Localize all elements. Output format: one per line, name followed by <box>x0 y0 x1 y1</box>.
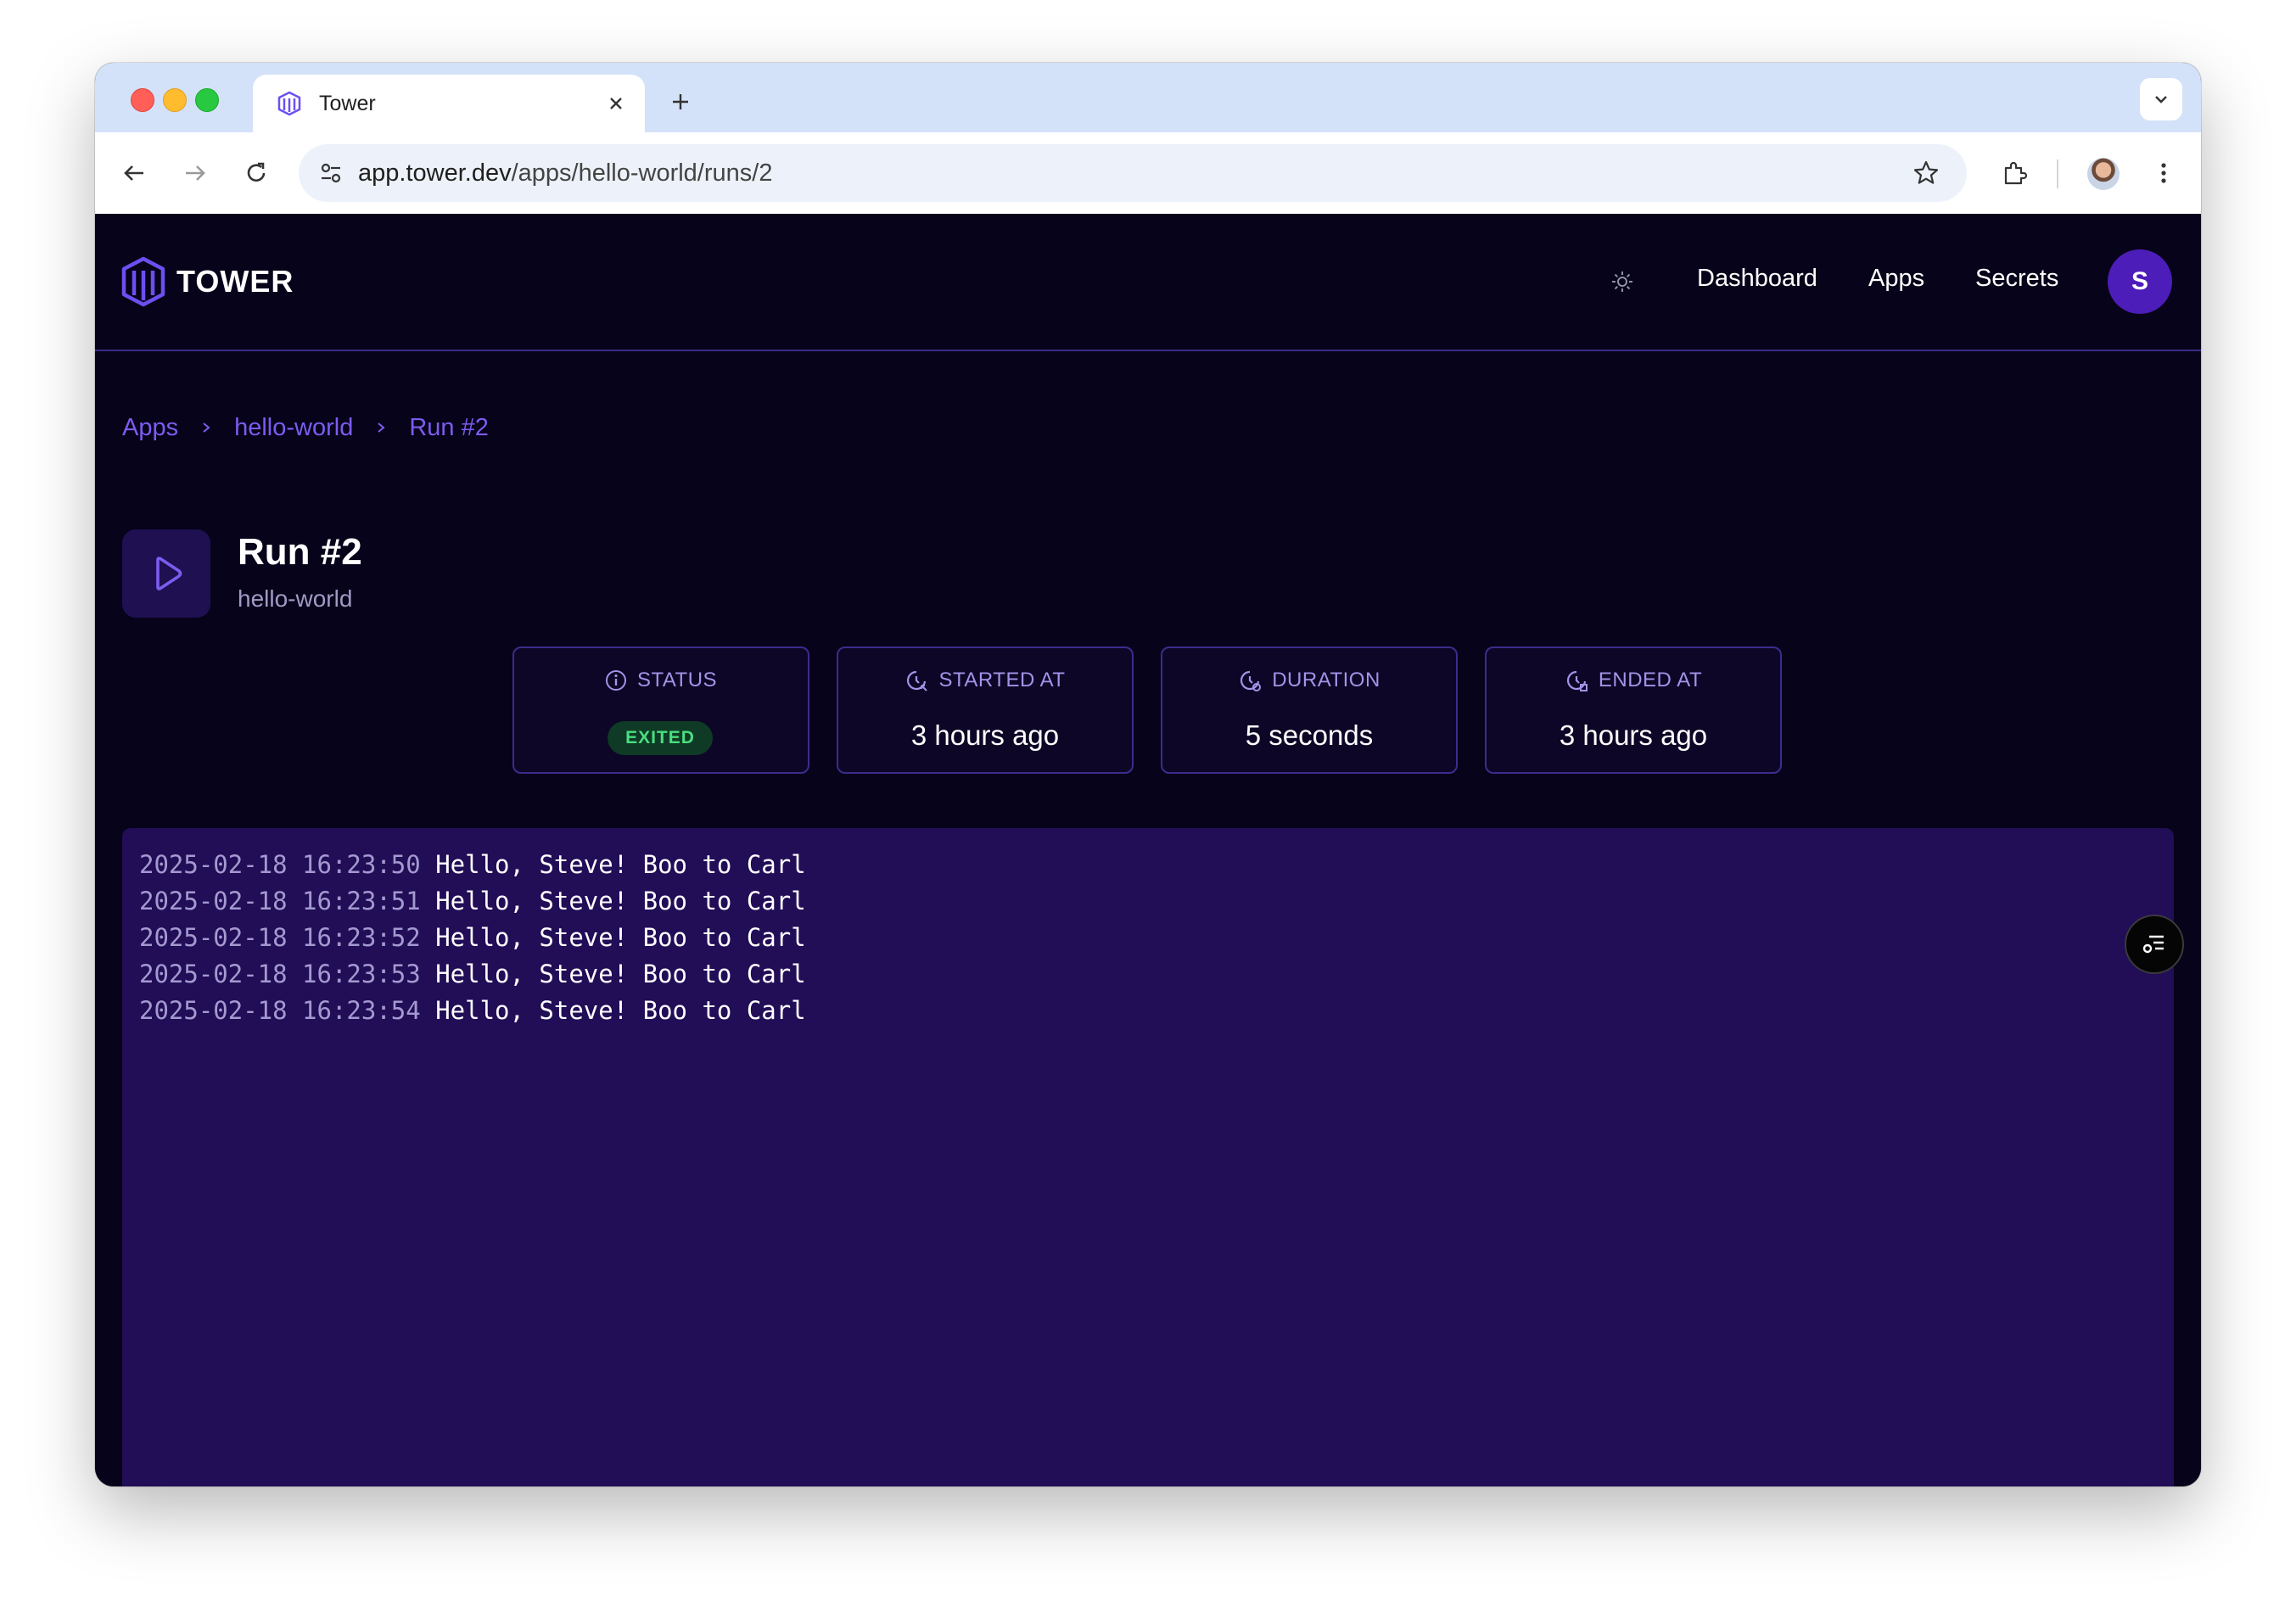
app-navbar: TOWER Dashboard Apps Secrets S <box>95 214 2201 351</box>
tab-search-button[interactable] <box>2140 78 2182 120</box>
address-bar[interactable]: app.tower.dev/apps/hello-world/runs/2 <box>299 144 1967 202</box>
started-at-value: 3 hours ago <box>910 719 1060 751</box>
user-avatar[interactable]: S <box>2108 249 2172 314</box>
browser-toolbar: app.tower.dev/apps/hello-world/runs/2 <box>95 132 2201 215</box>
breadcrumb-apps[interactable]: Apps <box>122 414 178 442</box>
log-message: Hello, Steve! Boo to Carl <box>435 960 806 988</box>
floating-settings-button[interactable] <box>2125 915 2184 974</box>
extensions-button[interactable] <box>1996 154 2033 192</box>
log-line: 2025-02-18 16:23:50 Hello, Steve! Boo to… <box>139 847 806 883</box>
log-lines: 2025-02-18 16:23:50 Hello, Steve! Boo to… <box>139 847 806 1029</box>
ended-at-label: ENDED AT <box>1598 669 1703 691</box>
log-timestamp: 2025-02-18 16:23:54 <box>139 996 421 1025</box>
status-label-row: STATUS <box>514 669 808 692</box>
log-message: Hello, Steve! Boo to Carl <box>435 923 806 952</box>
duration-value: 5 seconds <box>1245 719 1374 751</box>
clock-timer-icon <box>1240 670 1262 691</box>
ended-at-label-row: ENDED AT <box>1487 669 1780 692</box>
duration-label-row: DURATION <box>1162 669 1456 692</box>
toolbar-separator <box>2057 160 2058 188</box>
clock-icon <box>907 670 928 691</box>
bookmark-star-icon[interactable] <box>1907 154 1945 192</box>
browser-profile-avatar[interactable] <box>2087 158 2120 190</box>
kebab-menu-icon <box>2161 163 2166 183</box>
duration-label: DURATION <box>1272 669 1380 691</box>
list-settings-icon <box>2142 935 2164 954</box>
log-message: Hello, Steve! Boo to Carl <box>435 850 806 879</box>
tab-strip: Tower <box>95 63 2201 132</box>
started-at-label: STARTED AT <box>938 669 1066 691</box>
ended-at-value: 3 hours ago <box>1559 719 1708 751</box>
chevron-right-icon <box>375 417 387 440</box>
tower-app: TOWER Dashboard Apps Secrets S Apps hell… <box>95 214 2201 1486</box>
play-icon <box>156 557 182 591</box>
page-title: Run #2 <box>238 531 362 573</box>
new-tab-button[interactable] <box>664 85 697 119</box>
started-at-card: STARTED AT 3 hours ago <box>837 646 1134 774</box>
log-line: 2025-02-18 16:23:54 Hello, Steve! Boo to… <box>139 993 806 1029</box>
run-icon-box <box>122 529 210 618</box>
site-settings-icon[interactable] <box>314 156 348 190</box>
browser-window: Tower app.tower.dev/apps/hello-world/run… <box>95 63 2201 1486</box>
theme-toggle-sun-icon[interactable] <box>1605 265 1639 299</box>
arrow-right-icon <box>186 165 205 181</box>
nav-apps-link[interactable]: Apps <box>1868 265 1924 293</box>
url-host: app.tower.dev <box>358 159 512 187</box>
status-card: STATUS EXITED <box>512 646 809 774</box>
tower-logo[interactable]: TOWER <box>120 256 294 307</box>
arrow-left-icon <box>124 165 143 181</box>
log-message: Hello, Steve! Boo to Carl <box>435 887 806 915</box>
breadcrumb: Apps hello-world Run #2 <box>122 414 489 442</box>
chevron-right-icon <box>200 417 212 440</box>
url-path: /apps/hello-world/runs/2 <box>511 159 773 187</box>
ended-at-card: ENDED AT 3 hours ago <box>1485 646 1782 774</box>
started-at-label-row: STARTED AT <box>838 669 1132 692</box>
close-window-button[interactable] <box>131 88 154 112</box>
log-timestamp: 2025-02-18 16:23:53 <box>139 960 421 988</box>
status-label: STATUS <box>636 669 718 691</box>
minimize-window-button[interactable] <box>163 88 187 112</box>
log-line: 2025-02-18 16:23:53 Hello, Steve! Boo to… <box>139 956 806 993</box>
log-line: 2025-02-18 16:23:51 Hello, Steve! Boo to… <box>139 883 806 920</box>
tower-logo-icon <box>121 256 165 307</box>
browser-menu-button[interactable] <box>2145 154 2182 192</box>
nav-secrets-link[interactable]: Secrets <box>1975 265 2058 293</box>
url-text: app.tower.dev/apps/hello-world/runs/2 <box>358 160 1907 188</box>
puzzle-icon <box>2004 161 2028 185</box>
log-timestamp: 2025-02-18 16:23:51 <box>139 887 421 915</box>
breadcrumb-app[interactable]: hello-world <box>234 414 353 442</box>
maximize-window-button[interactable] <box>195 88 219 112</box>
run-app-name: hello-world <box>238 585 353 612</box>
close-tab-icon[interactable] <box>602 90 630 117</box>
browser-tab[interactable]: Tower <box>253 75 645 132</box>
tower-logo-icon <box>277 91 302 116</box>
log-timestamp: 2025-02-18 16:23:50 <box>139 850 421 879</box>
logo-text: TOWER <box>176 264 294 299</box>
log-output-panel[interactable]: 2025-02-18 16:23:50 Hello, Steve! Boo to… <box>122 828 2174 1486</box>
log-timestamp: 2025-02-18 16:23:52 <box>139 923 421 952</box>
breadcrumb-run[interactable]: Run #2 <box>409 414 489 442</box>
nav-dashboard-link[interactable]: Dashboard <box>1697 265 1817 293</box>
reload-button[interactable] <box>238 154 275 192</box>
back-button[interactable] <box>115 154 153 192</box>
reload-icon <box>247 162 266 182</box>
log-line: 2025-02-18 16:23:52 Hello, Steve! Boo to… <box>139 920 806 956</box>
chevron-down-icon <box>2155 96 2167 104</box>
log-message: Hello, Steve! Boo to Carl <box>435 996 806 1025</box>
duration-card: DURATION 5 seconds <box>1161 646 1458 774</box>
clock-stop-icon <box>1566 670 1588 691</box>
tab-title: Tower <box>319 91 376 115</box>
status-badge: EXITED <box>608 721 713 755</box>
info-icon <box>605 670 626 691</box>
forward-button[interactable] <box>176 154 214 192</box>
